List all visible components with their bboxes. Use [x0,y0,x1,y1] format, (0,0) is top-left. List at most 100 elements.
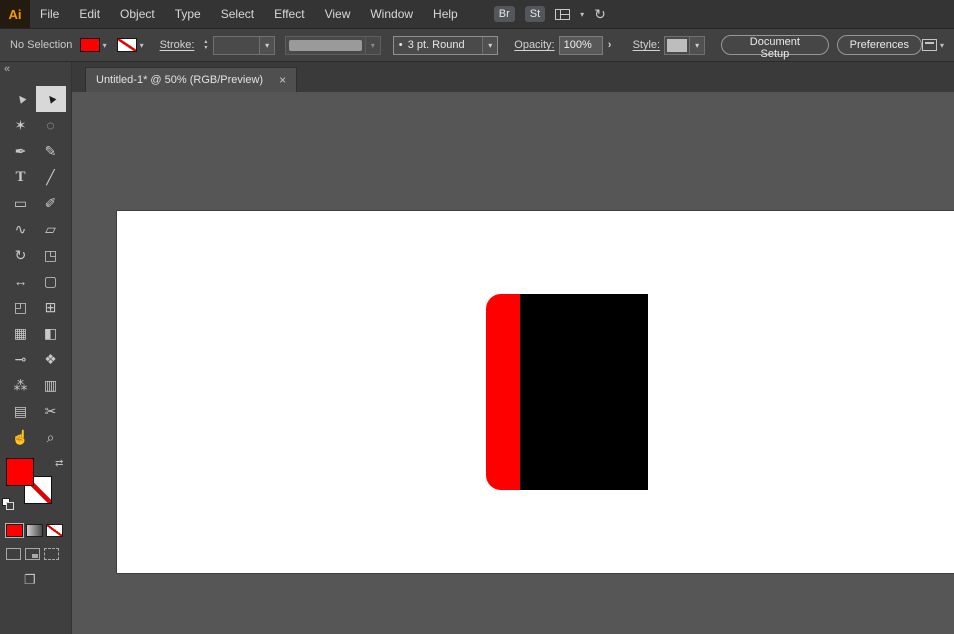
width-tool[interactable]: ↔ [6,268,36,294]
menu-help[interactable]: Help [423,0,468,28]
color-mode-row [6,524,71,537]
sync-icon[interactable]: ↻ [594,6,606,23]
chevron-down-icon[interactable]: ▾ [259,36,275,54]
drawing-modes-row [6,548,71,560]
menu-effect[interactable]: Effect [264,0,314,28]
column-graph-tool[interactable]: ▥ [36,372,66,398]
blend-tool[interactable]: ❖ [36,346,66,372]
menu-view[interactable]: View [315,0,361,28]
chevron-down-icon: ▾ [364,36,380,54]
style-swatch [667,38,688,52]
lasso-tool[interactable]: ◌ [36,112,66,138]
chevron-down-icon[interactable]: ▾ [689,36,705,54]
workspace-switcher-icon[interactable] [555,8,571,20]
lasso-icon: ◌ [46,117,55,133]
scale-tool[interactable]: ◳ [36,242,66,268]
menu-file[interactable]: File [30,0,69,28]
menu-select[interactable]: Select [211,0,264,28]
symbol-sprayer-tool[interactable]: ⁂ [6,372,36,398]
hand-icon: ☝ [11,428,30,445]
arrange-documents-icon[interactable] [921,39,937,51]
hand-tool[interactable]: ☝ [6,424,36,450]
default-fill-stroke-icon[interactable] [2,498,16,512]
document-setup-button[interactable]: Document Setup [721,35,829,60]
fill-swatch[interactable] [6,458,34,486]
draw-inside-button[interactable] [44,548,59,560]
tools-grid: ► ► ✶ ◌ ✒ ✎ T ╱ ▭ ✐ ∿ ▱ ↻ ◳ ↔ ▢ ◰ ⊞ ▦ ◧ … [0,86,71,450]
tools-panel: « ► ► ✶ ◌ ✒ ✎ T ╱ ▭ ✐ ∿ ▱ ↻ ◳ ↔ ▢ ◰ ⊞ ▦ … [0,62,72,634]
red-rounded-rectangle[interactable] [486,294,524,490]
pen-icon: ✒ [14,142,27,159]
paintbrush-icon: ✐ [44,194,57,211]
canvas-area[interactable] [72,92,954,634]
stroke-weight-label[interactable]: Stroke: [160,39,195,51]
style-dropdown[interactable]: ▾ [664,35,706,55]
stroke-weight-dropdown[interactable]: ▾ [213,35,276,55]
rectangle-tool[interactable]: ▭ [6,190,36,216]
screen-mode-button[interactable]: ❐ [24,572,36,588]
eyedropper-tool[interactable]: ⊸ [6,346,36,372]
rotate-tool[interactable]: ↻ [6,242,36,268]
brush-definition-dropdown[interactable]: ▾ [285,35,381,55]
menu-object[interactable]: Object [110,0,165,28]
opacity-input[interactable] [558,35,603,55]
stepper-down-icon[interactable]: ▾ [204,45,207,51]
stroke-weight-stepper[interactable]: ▴ ▾ [200,39,211,51]
shaper-tool[interactable]: ∿ [6,216,36,242]
scale-icon: ◳ [43,246,58,263]
line-segment-tool[interactable]: ╱ [36,164,66,190]
fill-dropdown-chevron-icon[interactable]: ▾ [103,41,107,50]
gradient-button[interactable] [26,524,43,537]
preferences-button[interactable]: Preferences [836,35,922,55]
chevron-down-icon[interactable]: ▾ [580,10,584,19]
brush-preview [289,39,362,51]
document-tab-title: Untitled-1* @ 50% (RGB/Preview) [96,74,264,86]
panel-collapse-icon[interactable]: « [0,62,71,78]
mesh-icon: ▦ [13,324,28,341]
menu-type[interactable]: Type [165,0,211,28]
paintbrush-tool[interactable]: ✐ [36,190,66,216]
bridge-button[interactable]: Br [493,6,515,22]
magic-wand-tool[interactable]: ✶ [6,112,36,138]
free-transform-tool[interactable]: ▢ [36,268,66,294]
direct-selection-tool[interactable]: ► [35,86,66,112]
selection-tool[interactable]: ► [6,86,36,112]
gradient-tool[interactable]: ◧ [36,320,66,346]
curvature-tool[interactable]: ✎ [36,138,66,164]
stroke-color-swatch[interactable] [116,38,137,52]
chevron-down-icon[interactable]: ▾ [482,36,498,54]
perspective-grid-tool[interactable]: ⊞ [36,294,66,320]
artboard-tool[interactable]: ▤ [6,398,36,424]
slice-tool[interactable]: ✂ [36,398,66,424]
stock-button[interactable]: St [524,6,546,22]
document-tab-bar: Untitled-1* @ 50% (RGB/Preview) × [72,62,954,92]
black-rectangle[interactable] [520,294,648,490]
type-icon: T [15,168,26,185]
free-transform-icon: ▢ [43,272,58,289]
draw-behind-button[interactable] [25,548,40,560]
color-button[interactable] [6,524,23,537]
width-icon: ↔ [13,273,28,289]
type-tool[interactable]: T [6,164,36,190]
none-button[interactable] [46,524,63,537]
swap-fill-stroke-icon[interactable]: ⇄ [55,458,63,469]
menu-edit[interactable]: Edit [69,0,110,28]
opacity-expand-arrow-icon[interactable]: › [603,39,617,51]
style-label[interactable]: Style: [633,39,661,51]
fill-color-swatch[interactable] [79,38,100,52]
close-icon[interactable]: × [279,73,286,87]
zoom-tool[interactable]: ⌕ [36,424,66,450]
fill-stroke-control: ⇄ [0,456,71,516]
chevron-down-icon[interactable]: ▾ [940,41,944,50]
document-tab[interactable]: Untitled-1* @ 50% (RGB/Preview) × [85,67,298,92]
shape-builder-tool[interactable]: ◰ [6,294,36,320]
pen-tool[interactable]: ✒ [6,138,36,164]
stroke-dropdown-chevron-icon[interactable]: ▾ [140,41,144,50]
draw-normal-button[interactable] [6,548,21,560]
brush-preset-dropdown[interactable]: • 3 pt. Round ▾ [392,35,499,55]
opacity-label[interactable]: Opacity: [514,39,554,51]
menu-window[interactable]: Window [360,0,423,28]
shape-builder-icon: ◰ [13,298,28,315]
mesh-tool[interactable]: ▦ [6,320,36,346]
eraser-tool[interactable]: ▱ [36,216,66,242]
